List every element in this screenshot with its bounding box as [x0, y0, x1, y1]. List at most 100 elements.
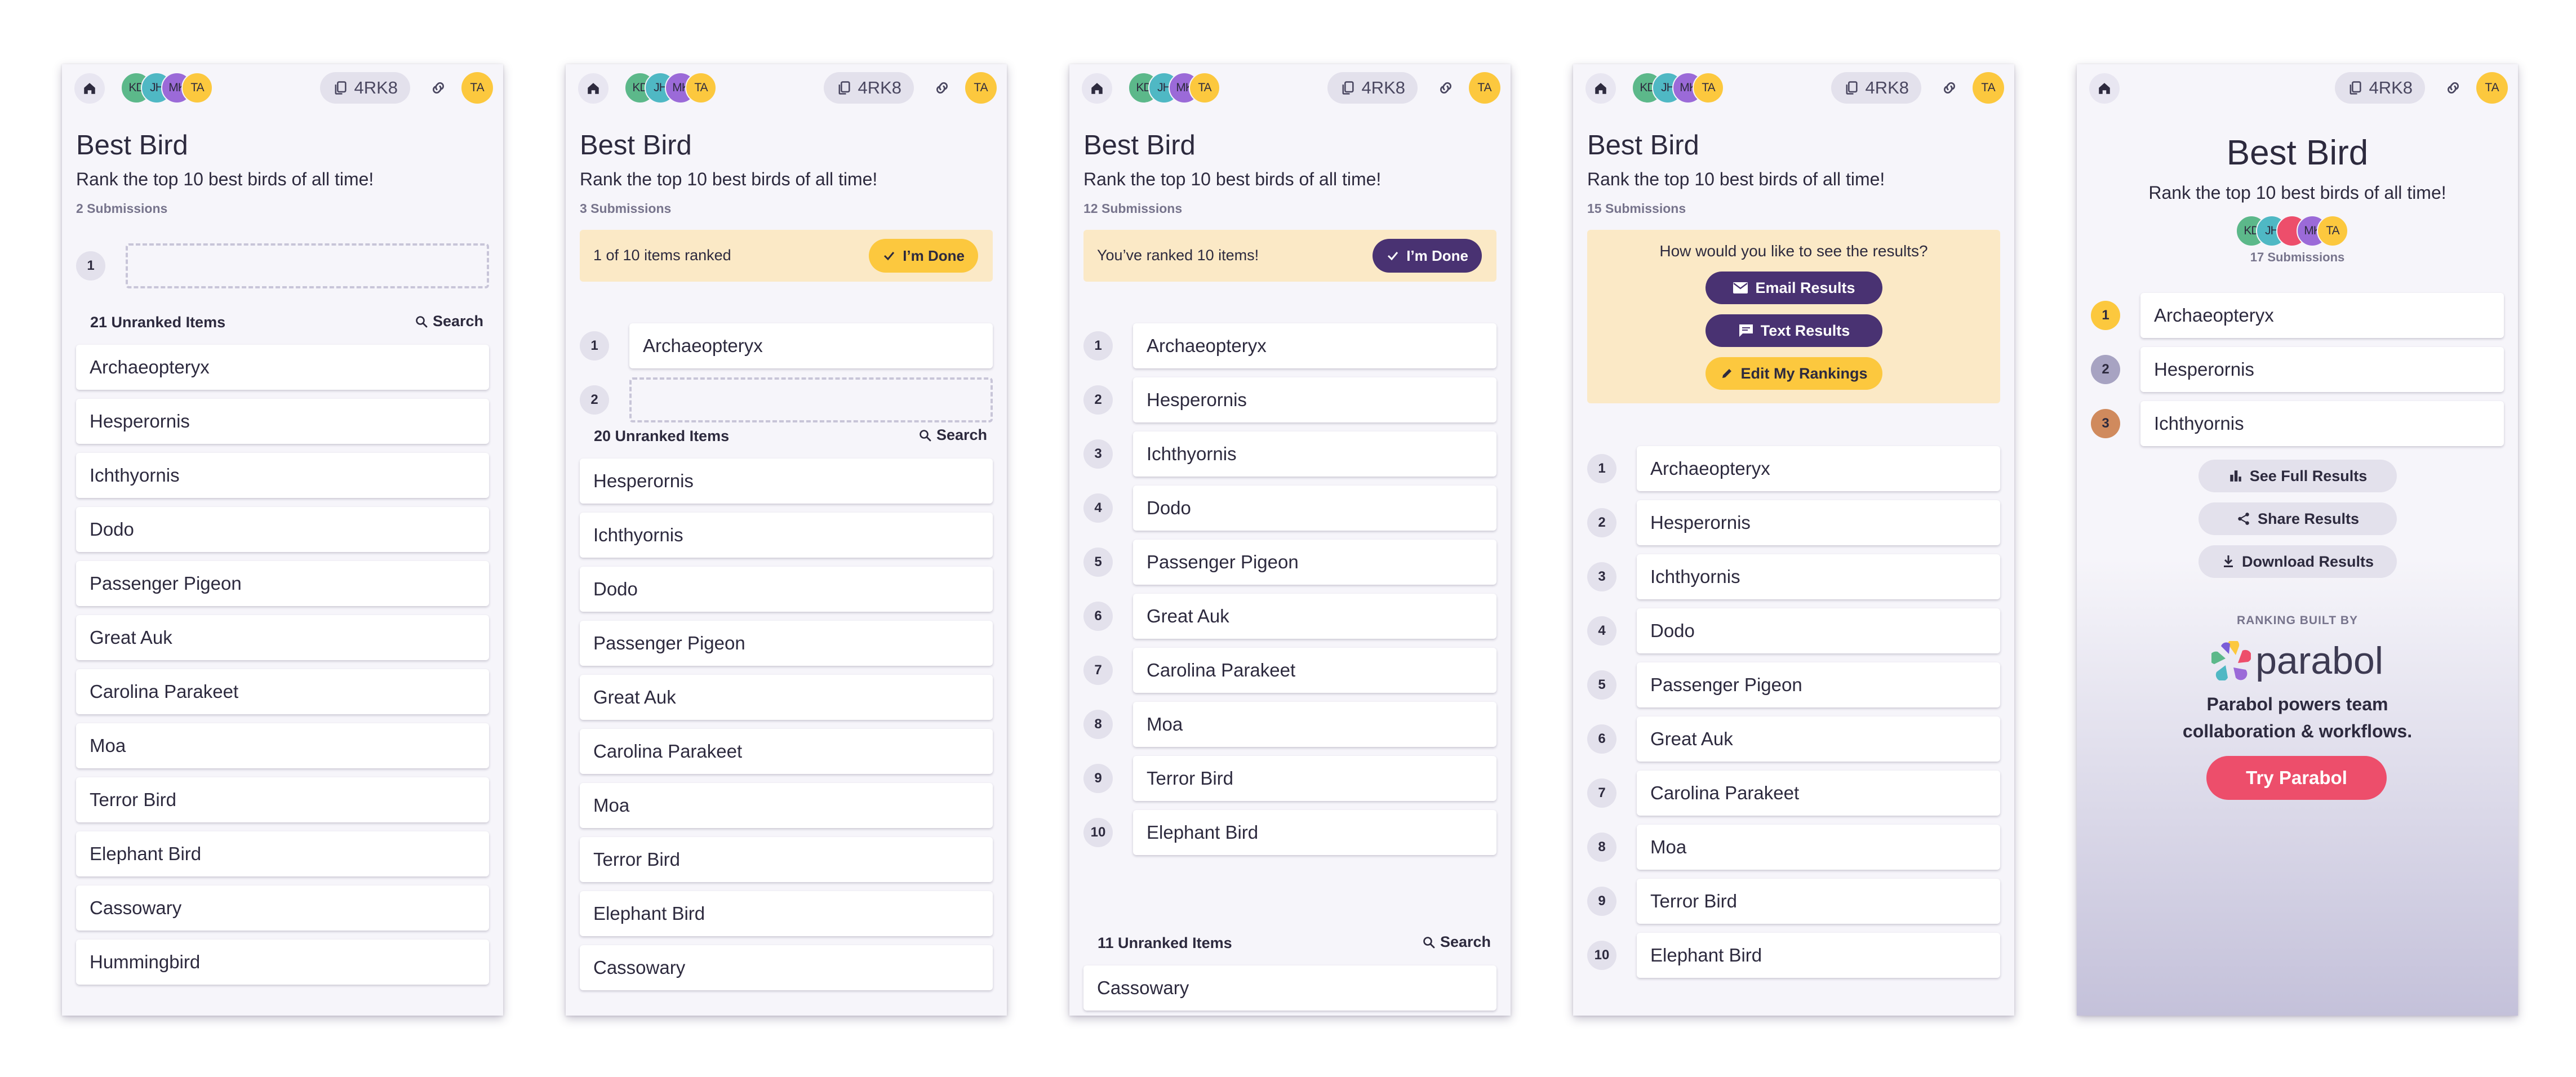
unranked-item[interactable]: Elephant Bird: [76, 831, 489, 876]
im-done-button[interactable]: I’m Done: [1373, 239, 1482, 273]
search-button[interactable]: Search: [415, 313, 483, 330]
unranked-item[interactable]: Moa: [76, 723, 489, 768]
room-code-button[interactable]: 4RK8: [1327, 72, 1418, 104]
empty-drop-slot[interactable]: [126, 243, 489, 288]
unranked-item[interactable]: Great Auk: [580, 675, 993, 720]
room-code-button[interactable]: 4RK8: [1831, 72, 1921, 104]
user-avatar[interactable]: TA: [461, 72, 493, 104]
participant-avatar: TA: [2317, 215, 2348, 247]
user-avatar[interactable]: TA: [965, 72, 997, 104]
ranked-item[interactable]: Archaeopteryx: [1133, 323, 1496, 368]
share-results-button[interactable]: Share Results: [2199, 502, 2397, 535]
unranked-item[interactable]: Carolina Parakeet: [580, 729, 993, 774]
ranked-item[interactable]: Elephant Bird: [1133, 810, 1496, 855]
unranked-item[interactable]: Hummingbird: [76, 940, 489, 985]
unranked-item[interactable]: Archaeopteryx: [76, 345, 489, 390]
rank-row: 7 Carolina Parakeet: [1587, 771, 2000, 816]
ranked-item[interactable]: Great Auk: [1133, 594, 1496, 639]
edit-rankings-button[interactable]: Edit My Rankings: [1706, 357, 1882, 390]
ranked-item[interactable]: Carolina Parakeet: [1637, 771, 2000, 816]
rank-number: 3: [1083, 439, 1113, 469]
home-button[interactable]: [74, 73, 105, 104]
top-bar: KD JH MK TA 4RK8 TA: [62, 64, 503, 108]
unranked-item[interactable]: Moa: [580, 783, 993, 828]
rank-number: 1: [580, 331, 609, 361]
unranked-item[interactable]: Carolina Parakeet: [76, 669, 489, 714]
link-button[interactable]: [1434, 77, 1457, 99]
ranked-item[interactable]: Terror Bird: [1637, 879, 2000, 924]
unranked-item[interactable]: Dodo: [76, 507, 489, 552]
rank-number: 8: [1083, 710, 1113, 739]
share-results-label: Share Results: [2257, 510, 2360, 527]
ranked-item[interactable]: Elephant Bird: [1637, 933, 2000, 978]
rank-number: 7: [1587, 778, 1616, 808]
home-button[interactable]: [2089, 73, 2120, 104]
empty-drop-slot[interactable]: [629, 377, 993, 422]
unranked-item[interactable]: Passenger Pigeon: [76, 561, 489, 606]
unranked-item[interactable]: Hesperornis: [580, 459, 993, 504]
download-results-button[interactable]: Download Results: [2199, 545, 2397, 578]
user-avatar[interactable]: TA: [2476, 72, 2508, 104]
user-avatar[interactable]: TA: [1973, 72, 2004, 104]
email-results-button[interactable]: Email Results: [1706, 272, 1882, 304]
ranked-item[interactable]: Hesperornis: [1637, 500, 2000, 545]
rank-row: 5 Passenger Pigeon: [1083, 540, 1496, 585]
home-button[interactable]: [578, 73, 609, 104]
ranked-item[interactable]: Ichthyornis: [1133, 431, 1496, 477]
room-code-button[interactable]: 4RK8: [2335, 72, 2425, 104]
search-button[interactable]: Search: [1422, 933, 1491, 951]
unranked-item[interactable]: Passenger Pigeon: [580, 621, 993, 666]
try-parabol-button[interactable]: Try Parabol: [2206, 756, 2387, 800]
unranked-item[interactable]: Elephant Bird: [580, 891, 993, 936]
see-full-results-button[interactable]: See Full Results: [2199, 460, 2397, 492]
ranking-panel-3: KD JH MK TA 4RK8 TA Best Bird Rank the top 10 b…: [1069, 64, 1511, 1016]
unranked-item[interactable]: Terror Bird: [580, 837, 993, 882]
im-done-button[interactable]: I’m Done: [869, 239, 978, 273]
unranked-item[interactable]: Ichthyornis: [76, 453, 489, 498]
rank-number: 10: [1587, 941, 1616, 970]
ranked-item[interactable]: Hesperornis: [1133, 377, 1496, 422]
ranked-item[interactable]: Moa: [1133, 702, 1496, 747]
rank-row: 3 Ichthyornis: [1083, 431, 1496, 477]
ranked-item[interactable]: Terror Bird: [1133, 756, 1496, 801]
parabol-logo[interactable]: parabol: [2077, 639, 2518, 683]
ranked-item[interactable]: Archaeopteryx: [629, 323, 993, 368]
search-button[interactable]: Search: [918, 426, 987, 444]
ranked-item[interactable]: Ichthyornis: [1637, 554, 2000, 599]
link-button[interactable]: [2442, 77, 2464, 99]
unranked-item[interactable]: Dodo: [580, 567, 993, 612]
ranked-item[interactable]: Dodo: [1637, 608, 2000, 653]
participant-avatar: TA: [181, 72, 213, 104]
unranked-item[interactable]: Cassowary: [76, 885, 489, 931]
link-icon: [932, 78, 952, 97]
ranked-item[interactable]: Archaeopteryx: [1637, 446, 2000, 491]
bar-chart-icon: [2228, 469, 2243, 483]
results-question: How would you like to see the results?: [1659, 242, 1928, 260]
unranked-item[interactable]: Terror Bird: [76, 777, 489, 822]
ranked-item[interactable]: Dodo: [1133, 486, 1496, 531]
link-button[interactable]: [931, 77, 953, 99]
room-code-button[interactable]: 4RK8: [824, 72, 914, 104]
unranked-item[interactable]: Cassowary: [1083, 965, 1496, 1011]
user-avatar[interactable]: TA: [1469, 72, 1500, 104]
home-button[interactable]: [1082, 73, 1112, 104]
ranked-item[interactable]: Passenger Pigeon: [1133, 540, 1496, 585]
ranked-item[interactable]: Great Auk: [1637, 716, 2000, 762]
ranked-item[interactable]: Passenger Pigeon: [1637, 662, 2000, 707]
progress-text: You’ve ranked 10 items!: [1097, 247, 1259, 264]
room-code-button[interactable]: 4RK8: [320, 72, 410, 104]
unranked-item[interactable]: Cassowary: [580, 945, 993, 990]
unranked-item[interactable]: Ichthyornis: [580, 513, 993, 558]
text-results-button[interactable]: Text Results: [1706, 314, 1882, 347]
rank-number: 7: [1083, 656, 1113, 685]
ranked-item[interactable]: Moa: [1637, 825, 2000, 870]
tagline-line-1: Parabol powers team: [2206, 694, 2388, 714]
ranked-item[interactable]: Carolina Parakeet: [1133, 648, 1496, 693]
unranked-item[interactable]: Great Auk: [76, 615, 489, 660]
brand-name: parabol: [2255, 639, 2383, 682]
progress-text: 1 of 10 items ranked: [593, 247, 731, 264]
link-button[interactable]: [427, 77, 450, 99]
unranked-item[interactable]: Hesperornis: [76, 399, 489, 444]
link-button[interactable]: [1938, 77, 1961, 99]
home-button[interactable]: [1585, 73, 1616, 104]
